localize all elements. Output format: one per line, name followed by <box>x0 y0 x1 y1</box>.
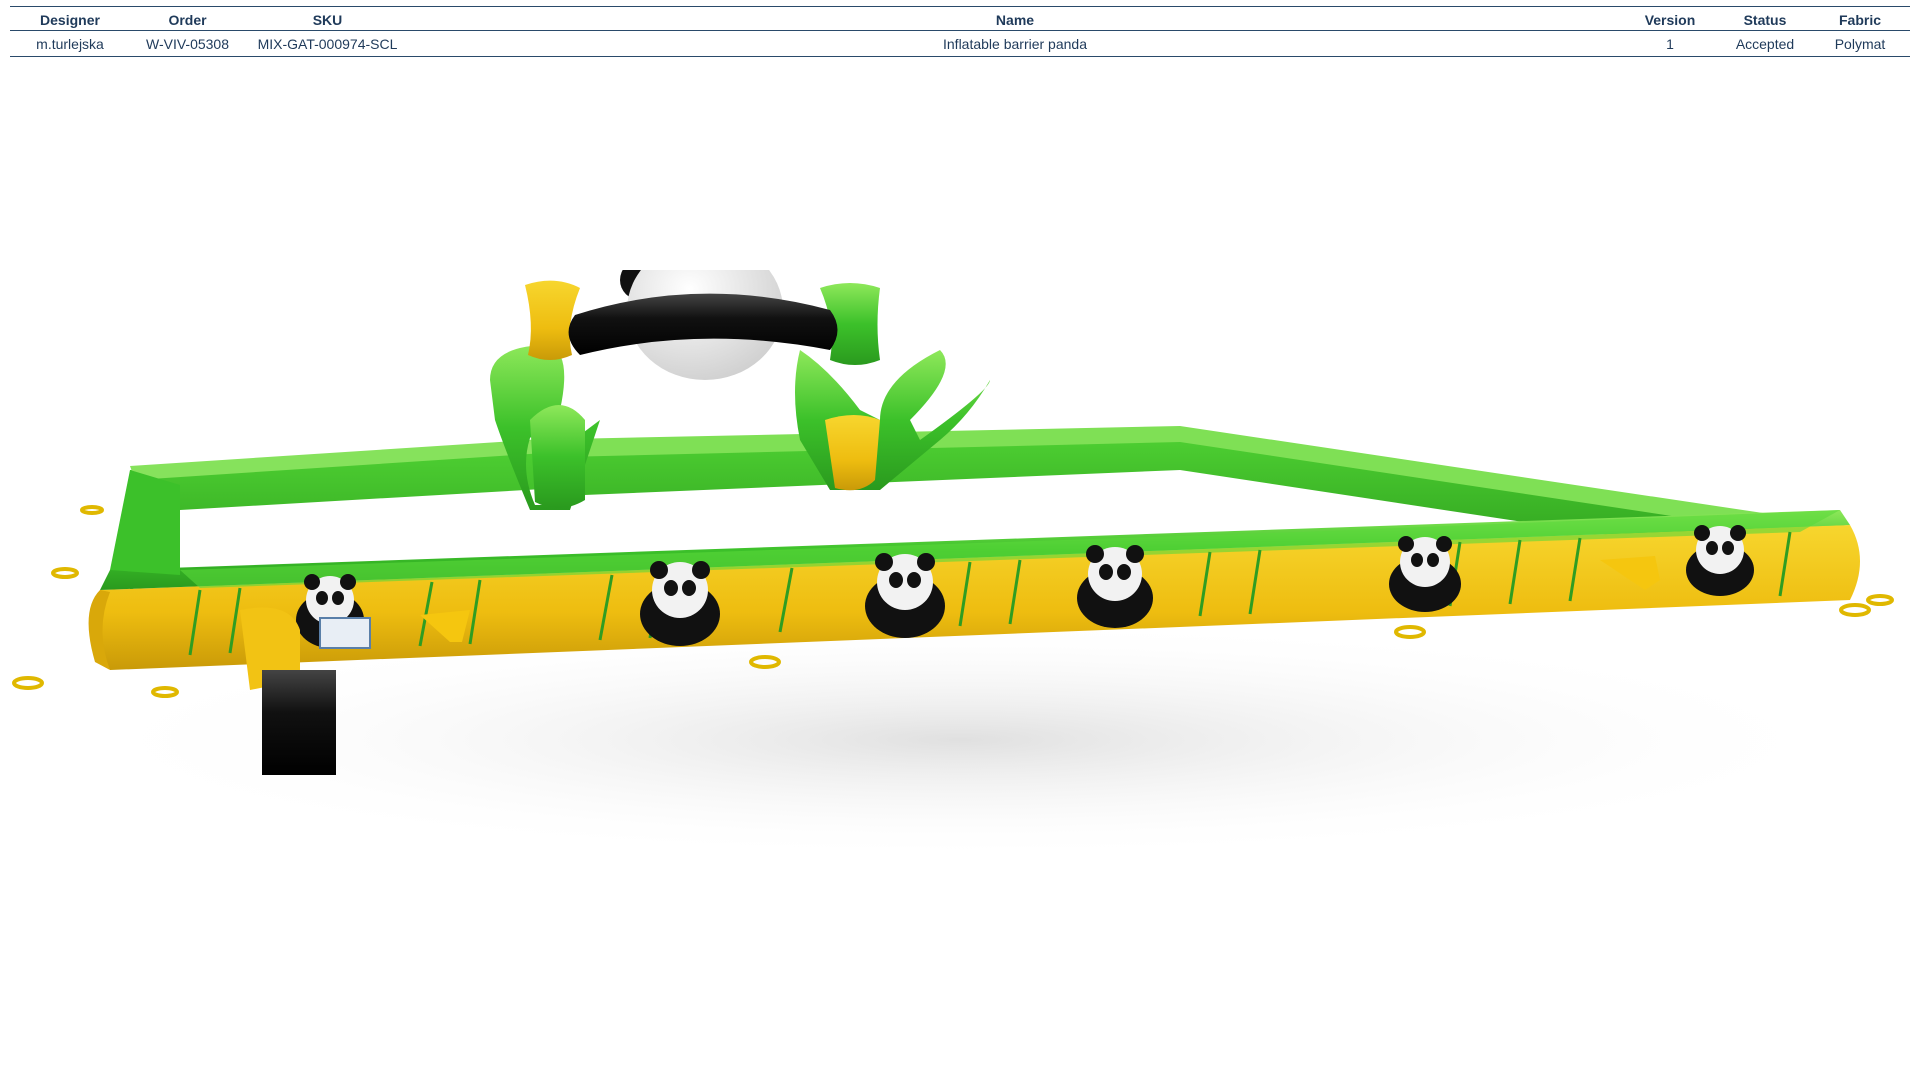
left-corner <box>110 470 180 575</box>
panda-print <box>1686 525 1754 596</box>
panda-print <box>1077 545 1153 628</box>
arch-panda-head <box>568 270 838 380</box>
column-header-sku: SKU <box>245 6 410 31</box>
panda-print <box>865 553 945 638</box>
column-header-status: Status <box>1720 6 1810 31</box>
column-header-version: Version <box>1620 6 1720 31</box>
order-value: W-VIV-05308 <box>130 30 245 57</box>
product-render <box>0 270 1920 970</box>
panda-print <box>640 561 720 646</box>
product-info-header: Designer Order SKU Name Version Status F… <box>10 6 1910 57</box>
product-info-table: Designer Order SKU Name Version Status F… <box>10 6 1910 57</box>
column-header-order: Order <box>130 6 245 31</box>
column-header-name: Name <box>410 6 1620 31</box>
version-value: 1 <box>1620 30 1720 57</box>
column-header-fabric: Fabric <box>1810 6 1910 31</box>
panda-print <box>1389 536 1461 612</box>
sku-value: MIX-GAT-000974-SCL <box>245 30 410 57</box>
fabric-value: Polymat <box>1810 30 1910 57</box>
table-header-row: Designer Order SKU Name Version Status F… <box>10 6 1910 31</box>
name-value: Inflatable barrier panda <box>410 30 1620 57</box>
status-value: Accepted <box>1720 30 1810 57</box>
designer-value: m.turlejska <box>10 30 130 57</box>
inflatable-barrier-illustration <box>12 270 1894 860</box>
table-row: m.turlejska W-VIV-05308 MIX-GAT-000974-S… <box>10 30 1910 57</box>
column-header-designer: Designer <box>10 6 130 31</box>
